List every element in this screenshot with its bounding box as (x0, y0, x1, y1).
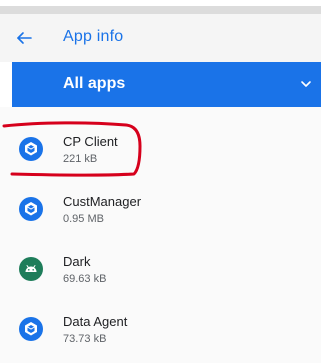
android-icon (19, 257, 43, 281)
status-bar (0, 0, 321, 14)
chevron-down-icon (301, 81, 311, 87)
arrow-back-icon (17, 32, 32, 44)
app-size: 0.95 MB (63, 213, 104, 225)
app-item-custmanager[interactable]: CustManager 0.95 MB (0, 182, 321, 242)
blue-shield-icon (19, 197, 43, 221)
app-name: CustManager (63, 194, 142, 209)
app-item-data-agent[interactable]: Data Agent 73.73 kB (0, 302, 321, 362)
app-bar: App info (0, 14, 321, 62)
app-item-dark[interactable]: Dark 69.63 kB (0, 242, 321, 302)
app-size: 73.73 kB (63, 333, 107, 345)
blue-shield-icon (19, 317, 43, 341)
app-size: 69.63 kB (63, 273, 107, 285)
filter-selected-label: All apps (63, 75, 126, 92)
app-name: Dark (63, 254, 91, 269)
app-filter-dropdown[interactable]: All apps (12, 62, 321, 107)
app-name: Data Agent (63, 314, 128, 329)
app-size: 221 kB (63, 153, 98, 165)
app-name: CP Client (63, 134, 118, 149)
app-item-cp-client[interactable]: CP Client 221 kB (0, 122, 321, 182)
page-title: App info (63, 28, 124, 45)
back-button[interactable] (10, 24, 38, 52)
status-bar-strip (0, 6, 321, 14)
blue-shield-icon (19, 137, 43, 161)
